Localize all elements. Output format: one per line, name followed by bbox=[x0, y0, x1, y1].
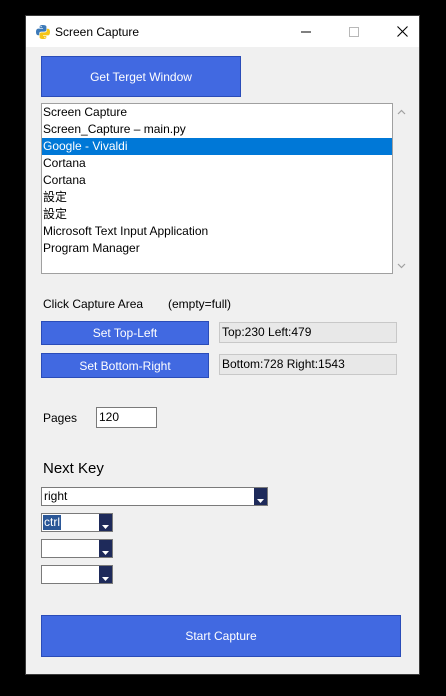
get-target-window-button[interactable]: Get Terget Window bbox=[41, 56, 241, 97]
capture-area-hint: (empty=full) bbox=[168, 297, 232, 311]
list-item[interactable]: Cortana bbox=[42, 172, 392, 189]
close-icon[interactable] bbox=[379, 16, 425, 47]
scroll-down-icon[interactable] bbox=[393, 257, 410, 274]
list-item[interactable]: Program Manager bbox=[42, 240, 392, 257]
list-item[interactable]: Cortana bbox=[42, 155, 392, 172]
list-item[interactable]: 設定 bbox=[42, 206, 392, 223]
dropdown-arrow-icon[interactable] bbox=[99, 566, 112, 583]
title-bar[interactable]: Screen Capture bbox=[26, 16, 419, 47]
minimize-icon[interactable] bbox=[283, 16, 329, 47]
set-bottom-right-button[interactable]: Set Bottom-Right bbox=[41, 353, 209, 378]
next-key-select[interactable]: right bbox=[41, 487, 268, 506]
list-item[interactable]: Google - Vivaldi bbox=[42, 138, 392, 155]
scroll-up-icon[interactable] bbox=[393, 103, 410, 120]
list-item[interactable]: Screen_Capture – main.py bbox=[42, 121, 392, 138]
modifier-3-select[interactable] bbox=[41, 565, 113, 584]
dropdown-arrow-icon[interactable] bbox=[99, 540, 112, 557]
next-key-value: right bbox=[44, 489, 68, 503]
capture-area-label: Click Capture Area bbox=[43, 297, 144, 311]
pages-input[interactable]: 120 bbox=[96, 407, 157, 428]
dropdown-arrow-icon[interactable] bbox=[254, 488, 267, 505]
list-item[interactable]: Screen Capture bbox=[42, 104, 392, 121]
dropdown-arrow-icon[interactable] bbox=[99, 514, 112, 531]
pages-label: Pages bbox=[43, 411, 78, 425]
window-listbox[interactable]: Screen Capture Screen_Capture – main.py Go… bbox=[41, 103, 393, 274]
modifier-1-select[interactable]: ctrl bbox=[41, 513, 113, 532]
app-window: Screen Capture Get Terget Window Screen … bbox=[25, 15, 420, 675]
bottom-right-readout: Bottom:728 Right:1543 bbox=[219, 354, 397, 375]
next-key-label: Next Key bbox=[43, 460, 104, 477]
set-top-left-button[interactable]: Set Top-Left bbox=[41, 321, 209, 345]
maximize-icon[interactable] bbox=[331, 16, 377, 47]
window-title: Screen Capture bbox=[55, 25, 140, 39]
modifier-2-value bbox=[43, 541, 45, 556]
modifier-1-value: ctrl bbox=[43, 515, 61, 530]
modifier-3-value bbox=[43, 567, 45, 582]
modifier-2-select[interactable] bbox=[41, 539, 113, 558]
top-left-readout: Top:230 Left:479 bbox=[219, 322, 397, 343]
list-item[interactable]: Microsoft Text Input Application bbox=[42, 223, 392, 240]
python-icon bbox=[35, 24, 51, 40]
listbox-scrollbar[interactable] bbox=[393, 103, 410, 274]
list-item[interactable]: 設定 bbox=[42, 189, 392, 206]
start-capture-button[interactable]: Start Capture bbox=[41, 615, 401, 657]
